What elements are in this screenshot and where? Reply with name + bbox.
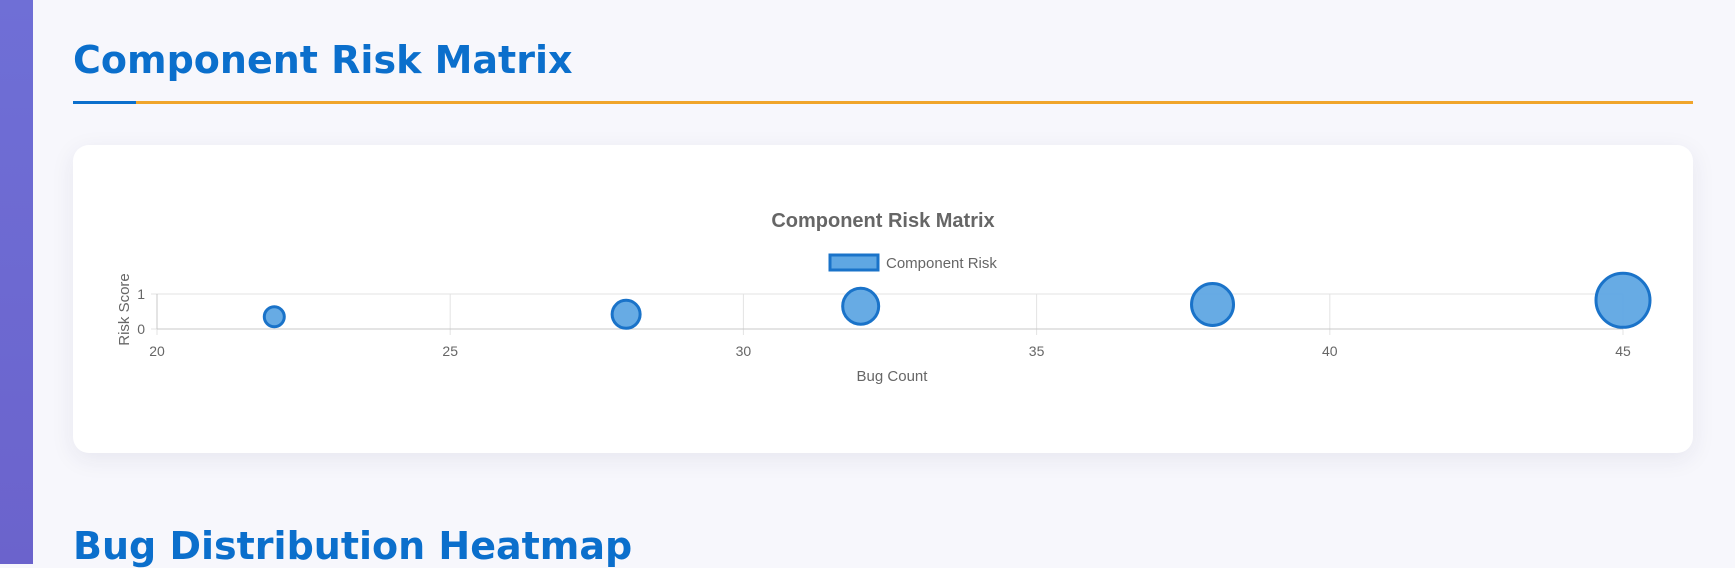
data-point[interactable] [1190, 282, 1236, 327]
x-tick-label: 35 [1029, 343, 1045, 359]
data-point[interactable] [841, 286, 881, 326]
x-axis-label: Bug Count [857, 368, 929, 385]
title-underline [73, 101, 1693, 104]
x-tick-label: 45 [1615, 343, 1631, 359]
main-content: Component Risk Matrix 20 25 30 35 40 45 0 1 Com… [33, 0, 1735, 568]
title-underline-accent [73, 101, 136, 104]
data-point[interactable] [610, 298, 642, 330]
chart-card: 20 25 30 35 40 45 0 1 Component Risk Matrix Com… [73, 145, 1693, 453]
y-axis-label: Risk Score [116, 273, 133, 346]
x-tick-label: 25 [442, 343, 458, 359]
section-title-heatmap: Bug Distribution Heatmap [73, 524, 633, 568]
data-point[interactable] [1594, 271, 1652, 329]
risk-matrix-chart: 20 25 30 35 40 45 0 1 Component Risk Matrix Com… [116, 210, 1652, 385]
x-tick-label: 20 [149, 343, 165, 359]
section-title-risk-matrix: Component Risk Matrix [73, 38, 573, 82]
legend-swatch[interactable] [828, 253, 880, 272]
left-rail [0, 0, 33, 564]
y-tick-label: 0 [137, 321, 145, 337]
data-point[interactable] [262, 305, 286, 329]
x-tick-label: 30 [736, 343, 752, 359]
y-tick-label: 1 [137, 286, 145, 302]
chart-title: Component Risk Matrix [771, 210, 994, 232]
legend-label[interactable]: Component Risk [886, 255, 997, 272]
x-tick-label: 40 [1322, 343, 1338, 359]
